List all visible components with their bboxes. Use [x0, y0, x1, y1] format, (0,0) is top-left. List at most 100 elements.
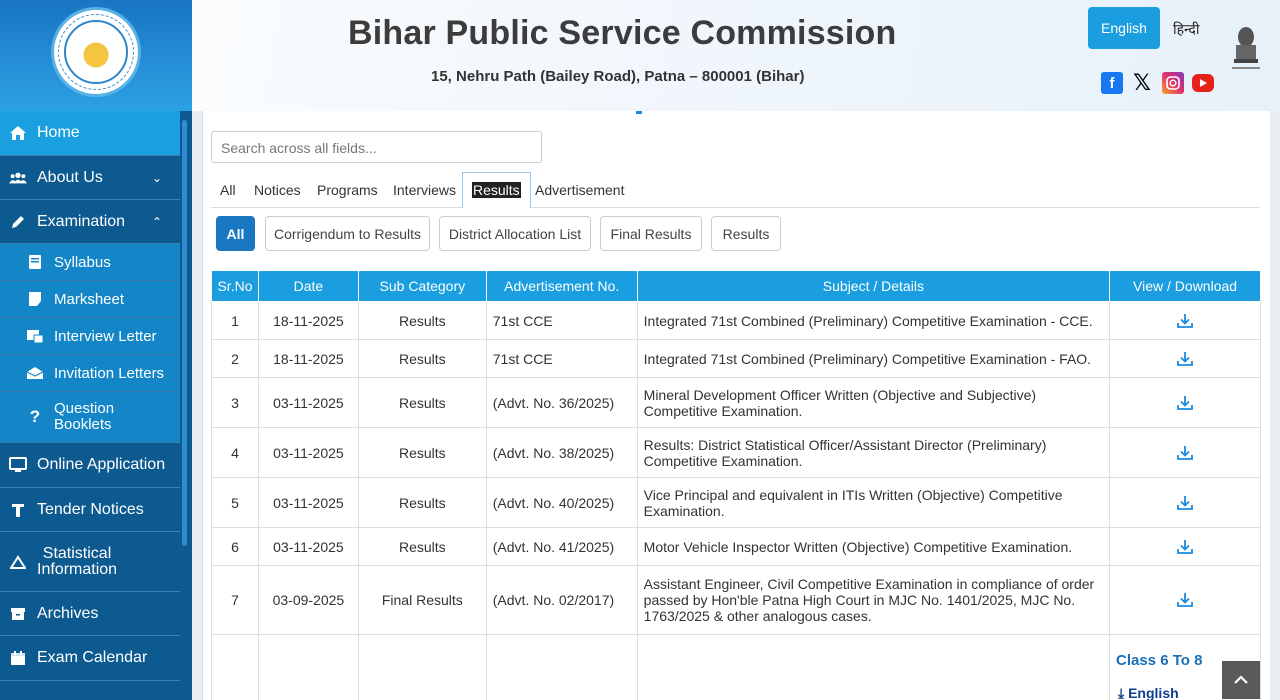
empty-cell [257, 634, 359, 700]
bpsc-seal-logo[interactable] [51, 7, 141, 97]
table-row-partial [211, 634, 1261, 700]
table-row: 3 03-11-2025 Results (Advt. No. 36/2025) Min… [211, 377, 1261, 428]
cell-sr-no: 1 [211, 301, 259, 340]
cell-sr-no: 2 [211, 339, 259, 378]
tab-all[interactable]: All [220, 182, 236, 198]
sheet-icon [26, 290, 44, 308]
table-row: 6 03-11-2025 Results (Advt. No. 41/2025) Mot… [211, 527, 1261, 566]
sidebar-item-home[interactable]: Home [0, 111, 180, 156]
cell-date: 18-11-2025 [257, 301, 359, 340]
monitor-icon [9, 456, 27, 474]
english-download-link[interactable]: ⤓ English [1118, 685, 1179, 700]
search-input[interactable]: Search across all fields... [211, 131, 542, 163]
youtube-icon[interactable] [1192, 74, 1214, 92]
sidebar-item-label: Home [37, 124, 80, 141]
sidebar-item-about-us[interactable]: About Us ⌄ [0, 156, 180, 200]
empty-cell [211, 634, 259, 700]
cell-sr-no: 7 [211, 565, 259, 635]
cell-date: 03-11-2025 [257, 477, 359, 528]
sidebar-item-interview-letter[interactable]: Interview Letter [0, 318, 180, 355]
download-icon[interactable] [1116, 394, 1254, 412]
sidebar-scrollbar-thumb[interactable] [182, 120, 187, 546]
cell-sr-no: 6 [211, 527, 259, 566]
cell-date: 18-11-2025 [257, 339, 359, 378]
tab-results[interactable]: Results [462, 172, 531, 208]
instagram-icon[interactable] [1162, 72, 1184, 94]
download-icon[interactable] [1116, 312, 1254, 330]
cell-subject: Mineral Development Officer Written (Obj… [636, 377, 1111, 428]
sidebar-item-statistical-information[interactable]: Statistical Information [0, 532, 180, 592]
filter-results[interactable]: Results [711, 216, 781, 251]
sidebar-item-syllabus[interactable]: Syllabus [0, 244, 180, 281]
sidebar-item-label: Syllabus [54, 253, 111, 271]
facebook-icon[interactable]: f [1101, 72, 1123, 94]
calendar-icon [9, 649, 27, 667]
chart-icon [9, 553, 27, 571]
national-emblem-icon [1232, 27, 1260, 69]
scroll-to-top-button[interactable] [1222, 661, 1260, 699]
cell-sub-category: Results [357, 301, 487, 340]
sidebar-item-label: Examination [37, 212, 126, 230]
download-icon[interactable] [1116, 494, 1254, 512]
download-icon[interactable] [1116, 591, 1254, 609]
cell-subject: Assistant Engineer, Civil Competitive Ex… [636, 565, 1111, 635]
x-twitter-icon[interactable]: 𝕏 [1131, 70, 1153, 95]
sidebar-item-label: Invitation Letters [54, 364, 165, 382]
sidebar-item-exam-calendar[interactable]: Exam Calendar [0, 636, 180, 681]
sidebar-item-online-application[interactable]: Online Application [0, 443, 180, 488]
cell-date: 03-11-2025 [257, 527, 359, 566]
tab-notices[interactable]: Notices [254, 182, 301, 198]
sidebar-item-archives[interactable]: Archives [0, 592, 180, 636]
cell-advertisement-no: (Advt. No. 40/2025) [485, 477, 638, 528]
scrolled-heading-fragment [636, 111, 642, 114]
download-icon[interactable] [1116, 444, 1254, 462]
cell-sr-no: 5 [211, 477, 259, 528]
users-icon [9, 169, 27, 187]
english-language-button[interactable]: English [1088, 7, 1160, 49]
filter-corrigendum[interactable]: Corrigendum to Results [265, 216, 430, 251]
cell-download [1109, 339, 1261, 378]
sidebar-item-label: Statistical Information [37, 545, 118, 578]
header-sr-no: Sr.No [211, 270, 259, 302]
filter-final-results[interactable]: Final Results [600, 216, 702, 251]
tab-interviews[interactable]: Interviews [393, 182, 456, 198]
home-icon [9, 124, 27, 142]
cell-sub-category: Results [357, 339, 487, 378]
cell-advertisement-no: (Advt. No. 36/2025) [485, 377, 638, 428]
letter-icon [26, 327, 44, 345]
hindi-language-link[interactable]: हिन्दी [1173, 20, 1199, 39]
table-row: 5 03-11-2025 Results (Advt. No. 40/2025) Vic… [211, 477, 1261, 528]
header-subject: Subject / Details [636, 270, 1111, 302]
envelope-icon [26, 364, 44, 382]
cell-subject: Vice Principal and equivalent in ITIs Wr… [636, 477, 1111, 528]
sidebar-item-label: Question Booklets [54, 401, 114, 433]
sidebar-item-invitation-letters[interactable]: Invitation Letters [0, 355, 180, 392]
sidebar-item-tender-notices[interactable]: Tender Notices [0, 488, 180, 532]
label-line-2: Information [37, 560, 118, 578]
cell-download [1109, 477, 1261, 528]
cell-sr-no: 4 [211, 427, 259, 478]
download-icon: ⤓ [1118, 685, 1125, 700]
sidebar-item-label: Archives [37, 604, 99, 622]
category-tabs: All Notices Programs Interviews Results … [211, 172, 1260, 208]
tab-programs[interactable]: Programs [317, 182, 378, 198]
sidebar-item-marksheet[interactable]: Marksheet [0, 281, 180, 318]
site-title: Bihar Public Service Commission [348, 14, 897, 52]
tender-icon [9, 501, 27, 519]
tab-advertisement[interactable]: Advertisement [535, 182, 624, 198]
tab-results-label: Results [472, 182, 521, 198]
sidebar-item-examination[interactable]: Examination ⌃ [0, 200, 180, 244]
chevron-up-icon: ⌃ [151, 214, 162, 229]
label-line-2: Booklets [54, 416, 112, 433]
cell-advertisement-no: 71st CCE [485, 301, 638, 340]
class-6-8-label: Class 6 To 8 [1116, 652, 1203, 669]
filter-district-allocation[interactable]: District Allocation List [439, 216, 591, 251]
sidebar-item-question-booklets[interactable]: ? Question Booklets [0, 392, 180, 443]
download-icon[interactable] [1116, 350, 1254, 368]
results-table: Sr.No Date Sub Category Advertisement No… [211, 270, 1261, 700]
cell-subject: Results: District Statistical Officer/As… [636, 427, 1111, 478]
download-icon[interactable] [1116, 538, 1254, 556]
question-icon: ? [29, 407, 41, 426]
filter-all[interactable]: All [216, 216, 255, 251]
cell-sub-category: Results [357, 527, 487, 566]
